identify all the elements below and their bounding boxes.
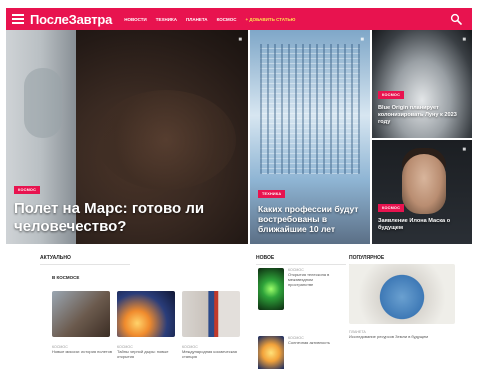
camera-icon: ■ [238, 37, 242, 43]
story-title[interactable]: Blue Origin планирует колонизировать Лун… [378, 105, 466, 126]
subsection-title-space: В КОСМОСЕ [52, 275, 80, 280]
section-title-new: НОВОЕ [256, 255, 348, 265]
main-nav: НОВОСТИ ТЕХНИКА ПЛАНЕТА КОСМОС + ДОБАВИТ… [124, 17, 295, 22]
news-thumbnail[interactable] [258, 268, 284, 310]
article-card[interactable]: КОСМОС Тайны черной дыры: новые открытия [117, 291, 177, 359]
add-article-link[interactable]: + ДОБАВИТЬ СТАТЬЮ [246, 17, 296, 22]
article-title[interactable]: Новые миссии: история полетов [52, 349, 112, 354]
mars-soil-image [96, 90, 236, 190]
site-logo[interactable]: ПослеЗавтра [30, 12, 112, 27]
section-title-actual: АКТУАЛЬНО [40, 255, 130, 265]
category-tag[interactable]: КОСМОС [14, 186, 41, 194]
camera-icon: ■ [462, 147, 466, 153]
article-card[interactable]: КОСМОС Международная космическая станция [182, 291, 242, 359]
nav-item-news[interactable]: НОВОСТИ [124, 17, 147, 22]
story-title[interactable]: Заявление Илона Маска о будущем [378, 218, 466, 232]
news-item[interactable]: КОСМОС Солнечная активность [258, 336, 334, 369]
popular-title[interactable]: Исследование ресурсов Земли в будущем [349, 334, 455, 339]
menu-icon[interactable] [12, 14, 24, 24]
camera-icon: ■ [360, 37, 364, 43]
popular-thumbnail[interactable] [349, 264, 455, 324]
category-tag[interactable]: ТЕХНИКА [258, 190, 286, 198]
article-thumbnail[interactable] [182, 291, 240, 337]
hero-main-story[interactable]: ■ КОСМОС Полет на Марс: готово ли челове… [6, 30, 248, 244]
category-tag[interactable]: КОСМОС [378, 91, 405, 99]
category-tag[interactable]: КОСМОС [378, 204, 405, 212]
page: ПослеЗавтра НОВОСТИ ТЕХНИКА ПЛАНЕТА КОСМ… [0, 0, 486, 369]
article-title[interactable]: Международная космическая станция [182, 349, 242, 359]
news-title[interactable]: Открытия телескопа в межзвездном простра… [288, 272, 334, 287]
news-title[interactable]: Солнечная активность [288, 340, 334, 345]
top-navigation-bar: ПослеЗавтра НОВОСТИ ТЕХНИКА ПЛАНЕТА КОСМ… [6, 8, 472, 30]
article-card[interactable]: КОСМОС Новые миссии: история полетов [52, 291, 112, 354]
nav-item-tech[interactable]: ТЕХНИКА [156, 17, 177, 22]
section-title-popular: ПОПУЛЯРНОЕ [349, 255, 440, 265]
popular-article[interactable]: ПЛАНЕТА Исследование ресурсов Земли в бу… [349, 330, 455, 339]
hero-mosaic: ■ КОСМОС Полет на Марс: готово ли челове… [6, 30, 472, 244]
article-thumbnail[interactable] [52, 291, 110, 337]
hero-middle-story[interactable]: ■ ТЕХНИКА Каких профессии будут востребо… [250, 30, 370, 244]
camera-icon: ■ [462, 37, 466, 43]
hero-right-top-story[interactable]: ■ КОСМОС Blue Origin планирует колонизир… [372, 30, 472, 138]
article-thumbnail[interactable] [117, 291, 175, 337]
nav-item-planet[interactable]: ПЛАНЕТА [186, 17, 208, 22]
search-icon[interactable] [450, 13, 462, 25]
code-image [260, 44, 360, 174]
nav-item-space[interactable]: КОСМОС [217, 17, 237, 22]
story-title[interactable]: Каких профессии будут востребованы в бли… [258, 204, 364, 234]
news-item[interactable]: КОСМОС Открытия телескопа в межзвездном … [258, 268, 334, 310]
news-thumbnail[interactable] [258, 336, 284, 369]
article-title[interactable]: Тайны черной дыры: новые открытия [117, 349, 177, 359]
story-title[interactable]: Полет на Марс: готово ли человечество? [14, 200, 242, 236]
hero-right-bottom-story[interactable]: ■ КОСМОС Заявление Илона Маска о будущем [372, 140, 472, 244]
